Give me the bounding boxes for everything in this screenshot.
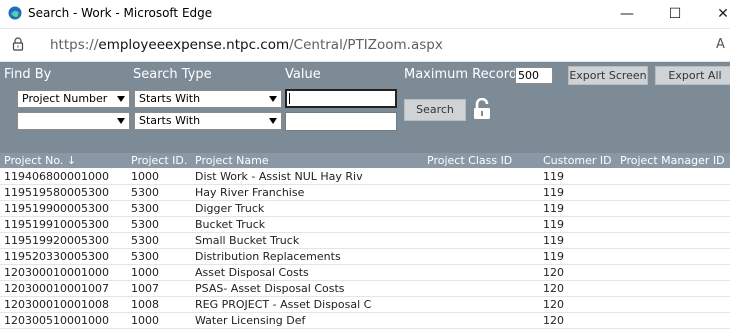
table-row[interactable]: 120300010001008 1008 REG PROJECT - Asset D… <box>0 297 730 313</box>
cell-project-name: Distribution Replacements <box>195 250 341 263</box>
table-row[interactable]: 119519920005300 5300 Small Bucket Truck 119 <box>0 233 730 249</box>
find-by-select-1-value: Project Number <box>22 92 108 105</box>
cell-project-id: 5300 <box>131 202 159 215</box>
table-row[interactable]: 120300010001007 1007 PSAS- Asset Disposal … <box>0 281 730 297</box>
chevron-down-icon <box>117 96 125 102</box>
export-all-button[interactable]: Export All <box>655 66 730 85</box>
cell-project-no: 119519580005300 <box>4 186 109 199</box>
cell-project-no: 119519900005300 <box>4 202 109 215</box>
table-row[interactable]: 119519900005300 5300 Digger Truck 119 <box>0 201 730 217</box>
cell-project-name: Digger Truck <box>195 202 265 215</box>
find-by-label: Find By <box>4 67 52 82</box>
read-aloud-icon[interactable]: A <box>716 37 725 52</box>
cell-project-id: 1008 <box>131 298 159 311</box>
cell-project-id: 5300 <box>131 186 159 199</box>
export-screen-button[interactable]: Export Screen <box>568 66 648 85</box>
address-bar[interactable]: https://employeeexpense.ntpc.com/Central… <box>0 29 730 62</box>
cell-project-name: Asset Disposal Costs <box>195 266 309 279</box>
url-path: /Central/PTIZoom.aspx <box>289 37 443 53</box>
col-customer-id[interactable]: Customer ID <box>543 153 612 168</box>
col-project-manager-id[interactable]: Project Manager ID <box>620 153 725 168</box>
cell-customer-id: 119 <box>543 218 564 231</box>
max-records-input[interactable]: 500 <box>515 67 553 84</box>
table-header: Project No. ↓ Project ID. Project Name P… <box>0 153 730 168</box>
cell-project-no: 120300010001007 <box>4 282 109 295</box>
edge-icon <box>8 6 22 20</box>
col-project-no[interactable]: Project No. ↓ <box>4 153 76 168</box>
cell-customer-id: 119 <box>543 234 564 247</box>
padlock-icon <box>12 37 24 51</box>
url-host: employeeexpense.ntpc.com <box>98 37 290 53</box>
value-input-1[interactable] <box>285 89 397 108</box>
cell-project-no: 119519920005300 <box>4 234 109 247</box>
col-project-class-id[interactable]: Project Class ID <box>427 153 512 168</box>
cell-project-name: Bucket Truck <box>195 218 266 231</box>
cell-project-name: Small Bucket Truck <box>195 234 300 247</box>
find-by-select-1[interactable]: Project Number <box>17 90 130 108</box>
table-row[interactable]: 119519580005300 5300 Hay River Franchise 11… <box>0 185 730 201</box>
chevron-down-icon <box>269 96 277 102</box>
cell-project-name: PSAS- Asset Disposal Costs <box>195 282 345 295</box>
search-panel: Find By Search Type Value Maximum Record… <box>0 62 730 153</box>
unlock-icon[interactable] <box>473 98 491 120</box>
table-row[interactable]: 119406800001000 1000 Dist Work - Assist NU… <box>0 169 730 185</box>
cell-project-id: 5300 <box>131 250 159 263</box>
window-title-bar: Search - Work - Microsoft Edge — ☐ ✕ <box>0 0 730 29</box>
cell-customer-id: 119 <box>543 170 564 183</box>
url-text[interactable]: https://employeeexpense.ntpc.com/Central… <box>50 37 443 53</box>
cell-project-id: 1000 <box>131 266 159 279</box>
cell-customer-id: 119 <box>543 202 564 215</box>
table-row[interactable]: 119519910005300 5300 Bucket Truck 119 <box>0 217 730 233</box>
table-row[interactable]: 120300510001000 1000 Water Licensing Def 12… <box>0 313 730 329</box>
cell-project-no: 120300510001000 <box>4 314 109 327</box>
cell-customer-id: 120 <box>543 314 564 327</box>
cell-project-id: 1000 <box>131 170 159 183</box>
maximize-button[interactable]: ☐ <box>655 2 695 26</box>
find-by-select-2[interactable] <box>17 112 130 130</box>
cell-project-id: 1000 <box>131 314 159 327</box>
chevron-down-icon <box>269 118 277 124</box>
cell-project-name: Water Licensing Def <box>195 314 306 327</box>
search-type-select-2[interactable]: Starts With <box>134 112 282 130</box>
search-type-select-1[interactable]: Starts With <box>134 90 282 108</box>
col-project-id[interactable]: Project ID. <box>131 153 187 168</box>
cell-project-no: 120300010001000 <box>4 266 109 279</box>
search-type-select-2-value: Starts With <box>139 114 201 127</box>
cell-customer-id: 119 <box>543 186 564 199</box>
cell-project-no: 119406800001000 <box>4 170 109 183</box>
cell-project-no: 119520330005300 <box>4 250 109 263</box>
minimize-button[interactable]: — <box>607 2 647 26</box>
text-cursor <box>289 93 290 104</box>
cell-customer-id: 120 <box>543 266 564 279</box>
window-title: Search - Work - Microsoft Edge <box>28 6 213 20</box>
cell-project-name: REG PROJECT - Asset Disposal C <box>195 298 372 311</box>
cell-project-no: 119519910005300 <box>4 218 109 231</box>
max-records-label: Maximum Records: <box>404 67 529 82</box>
cell-project-no: 120300010001008 <box>4 298 109 311</box>
cell-project-id: 5300 <box>131 234 159 247</box>
table-row[interactable]: 119520330005300 5300 Distribution Replacem… <box>0 249 730 265</box>
value-input-2[interactable] <box>285 112 397 131</box>
cell-customer-id: 120 <box>543 298 564 311</box>
search-button[interactable]: Search <box>404 99 466 121</box>
search-type-label: Search Type <box>133 67 212 82</box>
cell-project-name: Dist Work - Assist NUL Hay Riv <box>195 170 363 183</box>
value-label: Value <box>285 67 321 82</box>
close-button[interactable]: ✕ <box>703 2 730 26</box>
url-scheme: https:// <box>50 37 99 53</box>
table-row[interactable]: 120300010001000 1000 Asset Disposal Costs 1… <box>0 265 730 281</box>
cell-project-id: 5300 <box>131 218 159 231</box>
search-type-select-1-value: Starts With <box>139 92 201 105</box>
cell-project-id: 1007 <box>131 282 159 295</box>
cell-project-name: Hay River Franchise <box>195 186 305 199</box>
cell-customer-id: 119 <box>543 250 564 263</box>
chevron-down-icon <box>117 118 125 124</box>
cell-customer-id: 120 <box>543 282 564 295</box>
col-project-name[interactable]: Project Name <box>195 153 269 168</box>
